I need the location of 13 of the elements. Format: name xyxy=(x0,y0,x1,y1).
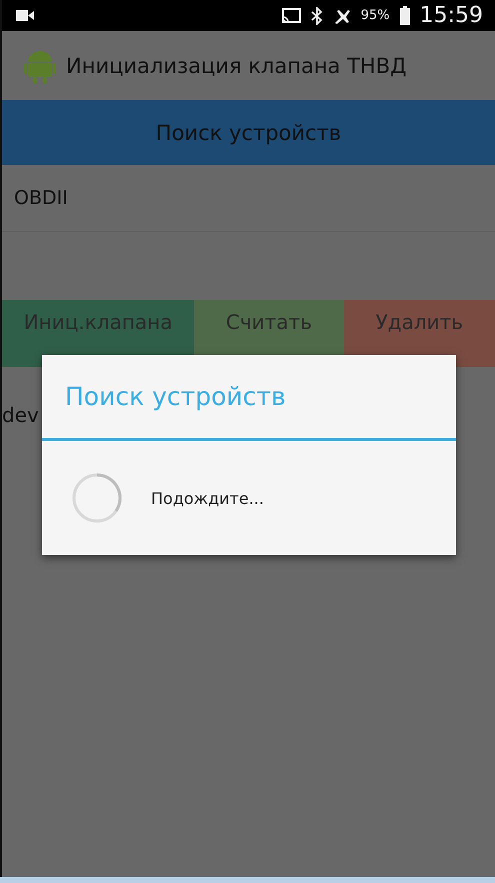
clock: 15:59 xyxy=(420,3,483,28)
dialog-message: Подождите... xyxy=(151,488,264,508)
search-devices-button[interactable]: Поиск устройств xyxy=(2,100,495,165)
app-title: Инициализация клапана ТНВД xyxy=(66,54,407,78)
log-text: dev xyxy=(2,403,39,427)
cast-icon xyxy=(282,8,301,23)
battery-percent: 95% xyxy=(360,8,390,23)
battery-icon xyxy=(400,6,410,25)
dialog-title: Поиск устройств xyxy=(42,355,456,441)
spinner-icon xyxy=(71,472,123,524)
device-item[interactable]: OBDII xyxy=(2,165,495,232)
video-camera-icon xyxy=(16,10,34,21)
bluetooth-icon xyxy=(310,6,323,24)
